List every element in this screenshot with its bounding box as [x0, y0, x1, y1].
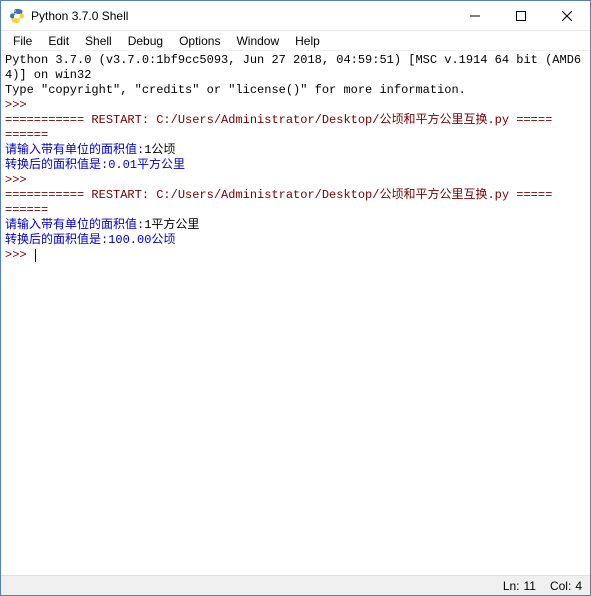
col-label: Col: [550, 579, 571, 593]
text-cursor [35, 249, 36, 262]
restart-line-2: =========== RESTART: C:/Users/Administra… [5, 188, 552, 217]
menu-help[interactable]: Help [287, 32, 328, 50]
banner-line-2: Type "copyright", "credits" or "license(… [5, 83, 466, 97]
window-title: Python 3.7.0 Shell [31, 9, 452, 23]
close-button[interactable] [544, 1, 590, 30]
menu-edit[interactable]: Edit [40, 32, 77, 50]
title-bar: Python 3.7.0 Shell [1, 1, 590, 31]
ln-label: Ln: [503, 579, 520, 593]
prompt: >>> [5, 98, 27, 112]
menu-debug[interactable]: Debug [120, 32, 171, 50]
menu-window[interactable]: Window [228, 32, 287, 50]
run2-input-prompt: 请输入带有单位的面积值: [5, 218, 144, 232]
ln-value: 11 [524, 579, 536, 593]
run1-output: 转换后的面积值是:0.01平方公里 [5, 158, 185, 172]
minimize-button[interactable] [452, 1, 498, 30]
menu-bar: File Edit Shell Debug Options Window Hel… [1, 31, 590, 51]
menu-shell[interactable]: Shell [77, 32, 120, 50]
shell-output[interactable]: Python 3.7.0 (v3.7.0:1bf9cc5093, Jun 27 … [1, 51, 590, 575]
run2-input-value: 1平方公里 [144, 218, 199, 232]
window-controls [452, 1, 590, 30]
restart-line: =========== RESTART: C:/Users/Administra… [5, 113, 552, 142]
python-icon [9, 8, 25, 24]
run1-input-value: 1公顷 [144, 143, 175, 157]
col-value: 4 [575, 579, 582, 593]
menu-options[interactable]: Options [171, 32, 228, 50]
menu-file[interactable]: File [5, 32, 40, 50]
maximize-button[interactable] [498, 1, 544, 30]
prompt: >>> [5, 173, 27, 187]
status-bar: Ln: 11 Col: 4 [1, 575, 590, 595]
run2-output: 转换后的面积值是:100.00公顷 [5, 233, 175, 247]
prompt: >>> [5, 248, 27, 262]
banner-line-1: Python 3.7.0 (v3.7.0:1bf9cc5093, Jun 27 … [5, 53, 581, 82]
run1-input-prompt: 请输入带有单位的面积值: [5, 143, 144, 157]
